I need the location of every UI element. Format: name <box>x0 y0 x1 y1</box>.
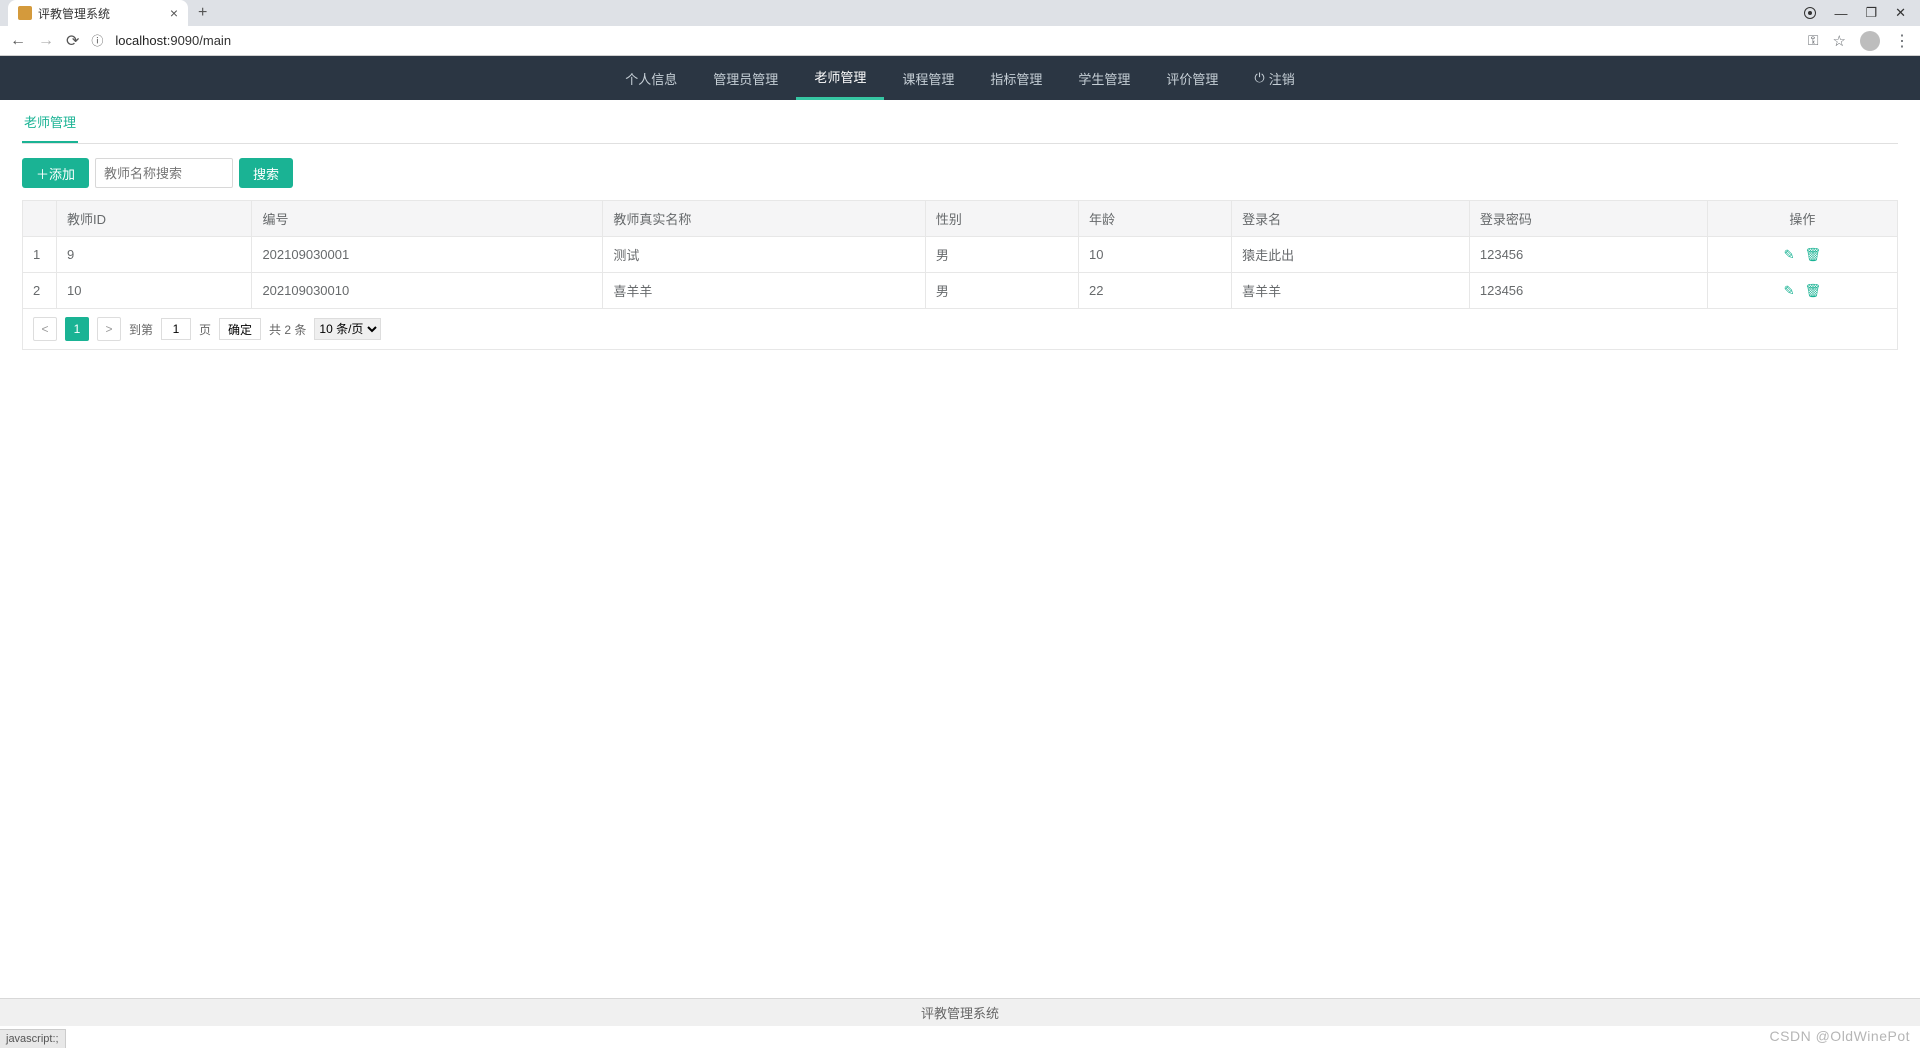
cell: 202109030010 <box>252 273 603 309</box>
pagination: < 1 > 到第 页 确定 共 2 条 10 条/页 <box>22 309 1898 350</box>
col-header-3: 教师真实名称 <box>603 201 925 237</box>
browser-chrome: 评教管理系统 × + — ❐ ✕ ← → ⟳ ⓘ localhost:9090/… <box>0 0 1920 56</box>
nav-item-6[interactable]: 评价管理 <box>1148 56 1236 100</box>
cell: 123456 <box>1469 237 1707 273</box>
next-page-button[interactable]: > <box>97 317 121 341</box>
per-page-select[interactable]: 10 条/页 <box>314 318 381 340</box>
cell: 喜羊羊 <box>603 273 925 309</box>
plus-icon: ＋ <box>36 164 49 183</box>
site-info-icon[interactable]: ⓘ <box>91 32 103 49</box>
col-header-0 <box>23 201 57 237</box>
cell: 男 <box>925 237 1078 273</box>
cell: 测试 <box>603 237 925 273</box>
logout-button[interactable]: ⏻注销 <box>1236 56 1312 100</box>
total-count: 共 2 条 <box>269 321 306 338</box>
favicon <box>18 6 32 20</box>
add-label: 添加 <box>49 164 75 183</box>
cell: 猿走此出 <box>1232 237 1470 273</box>
col-header-5: 年龄 <box>1079 201 1232 237</box>
delete-icon[interactable]: 🗑 <box>1805 247 1822 263</box>
row-actions: ✎🗑 <box>1707 273 1897 309</box>
profile-avatar[interactable] <box>1860 31 1880 51</box>
goto-label: 到第 <box>129 321 153 338</box>
menu-kebab-icon[interactable]: ⋮ <box>1894 31 1910 51</box>
col-header-8: 操作 <box>1707 201 1897 237</box>
nav-item-2[interactable]: 老师管理 <box>796 56 884 100</box>
cell: 1 <box>23 237 57 273</box>
col-header-2: 编号 <box>252 201 603 237</box>
goto-page-input[interactable] <box>161 318 191 340</box>
nav-item-5[interactable]: 学生管理 <box>1060 56 1148 100</box>
account-icon[interactable] <box>1804 7 1816 19</box>
status-bar: javascript:; <box>0 1029 66 1048</box>
page-suffix-label: 页 <box>199 321 211 338</box>
add-button[interactable]: ＋ 添加 <box>22 158 89 188</box>
cell: 22 <box>1079 273 1232 309</box>
cell: 10 <box>57 273 252 309</box>
address-bar: ← → ⟳ ⓘ localhost:9090/main ⚿ ☆ ⋮ <box>0 26 1920 56</box>
cell: 123456 <box>1469 273 1707 309</box>
row-actions: ✎🗑 <box>1707 237 1897 273</box>
cell: 男 <box>925 273 1078 309</box>
col-header-4: 性别 <box>925 201 1078 237</box>
cell: 202109030001 <box>252 237 603 273</box>
cell: 2 <box>23 273 57 309</box>
url-text[interactable]: localhost:9090/main <box>115 33 231 48</box>
toolbar: ＋ 添加 搜索 <box>22 144 1898 200</box>
reload-icon[interactable]: ⟳ <box>66 31 79 51</box>
nav-item-0[interactable]: 个人信息 <box>607 56 695 100</box>
forward-icon[interactable]: → <box>38 32 54 50</box>
browser-tab[interactable]: 评教管理系统 × <box>8 0 188 26</box>
nav-item-3[interactable]: 课程管理 <box>884 56 972 100</box>
col-header-7: 登录密码 <box>1469 201 1707 237</box>
cell: 喜羊羊 <box>1232 273 1470 309</box>
nav-item-4[interactable]: 指标管理 <box>972 56 1060 100</box>
main-nav: 个人信息管理员管理老师管理课程管理指标管理学生管理评价管理⏻注销 <box>0 56 1920 100</box>
cell: 10 <box>1079 237 1232 273</box>
new-tab-button[interactable]: + <box>188 4 217 22</box>
window-controls: — ❐ ✕ <box>1804 5 1920 21</box>
minimize-icon[interactable]: — <box>1834 6 1847 21</box>
goto-confirm-button[interactable]: 确定 <box>219 318 261 340</box>
table-row: 210202109030010喜羊羊男22喜羊羊123456✎🗑 <box>23 273 1898 309</box>
back-icon[interactable]: ← <box>10 32 26 50</box>
prev-page-button[interactable]: < <box>33 317 57 341</box>
edit-icon[interactable]: ✎ <box>1784 283 1795 299</box>
edit-icon[interactable]: ✎ <box>1784 247 1795 263</box>
nav-item-1[interactable]: 管理员管理 <box>695 56 796 100</box>
password-key-icon[interactable]: ⚿ <box>1808 32 1819 49</box>
search-input[interactable] <box>95 158 233 188</box>
power-icon: ⏻ <box>1254 70 1264 86</box>
sub-tab-row: 老师管理 <box>22 100 1898 144</box>
teacher-table: 教师ID编号教师真实名称性别年龄登录名登录密码操作 19202109030001… <box>22 200 1898 309</box>
page-1-button[interactable]: 1 <box>65 317 89 341</box>
bookmark-star-icon[interactable]: ☆ <box>1833 32 1846 50</box>
table-row: 19202109030001测试男10猿走此出123456✎🗑 <box>23 237 1898 273</box>
watermark: CSDN @OldWinePot <box>1770 1028 1910 1044</box>
delete-icon[interactable]: 🗑 <box>1805 283 1822 299</box>
tab-bar: 评教管理系统 × + — ❐ ✕ <box>0 0 1920 26</box>
close-icon[interactable]: × <box>170 5 178 21</box>
footer: 评教管理系统 <box>0 998 1920 1026</box>
col-header-6: 登录名 <box>1232 201 1470 237</box>
tab-title: 评教管理系统 <box>38 5 110 22</box>
maximize-icon[interactable]: ❐ <box>1865 5 1877 21</box>
col-header-1: 教师ID <box>57 201 252 237</box>
cell: 9 <box>57 237 252 273</box>
sub-tab-teacher[interactable]: 老师管理 <box>22 100 78 143</box>
search-button[interactable]: 搜索 <box>239 158 293 188</box>
close-window-icon[interactable]: ✕ <box>1895 5 1906 21</box>
